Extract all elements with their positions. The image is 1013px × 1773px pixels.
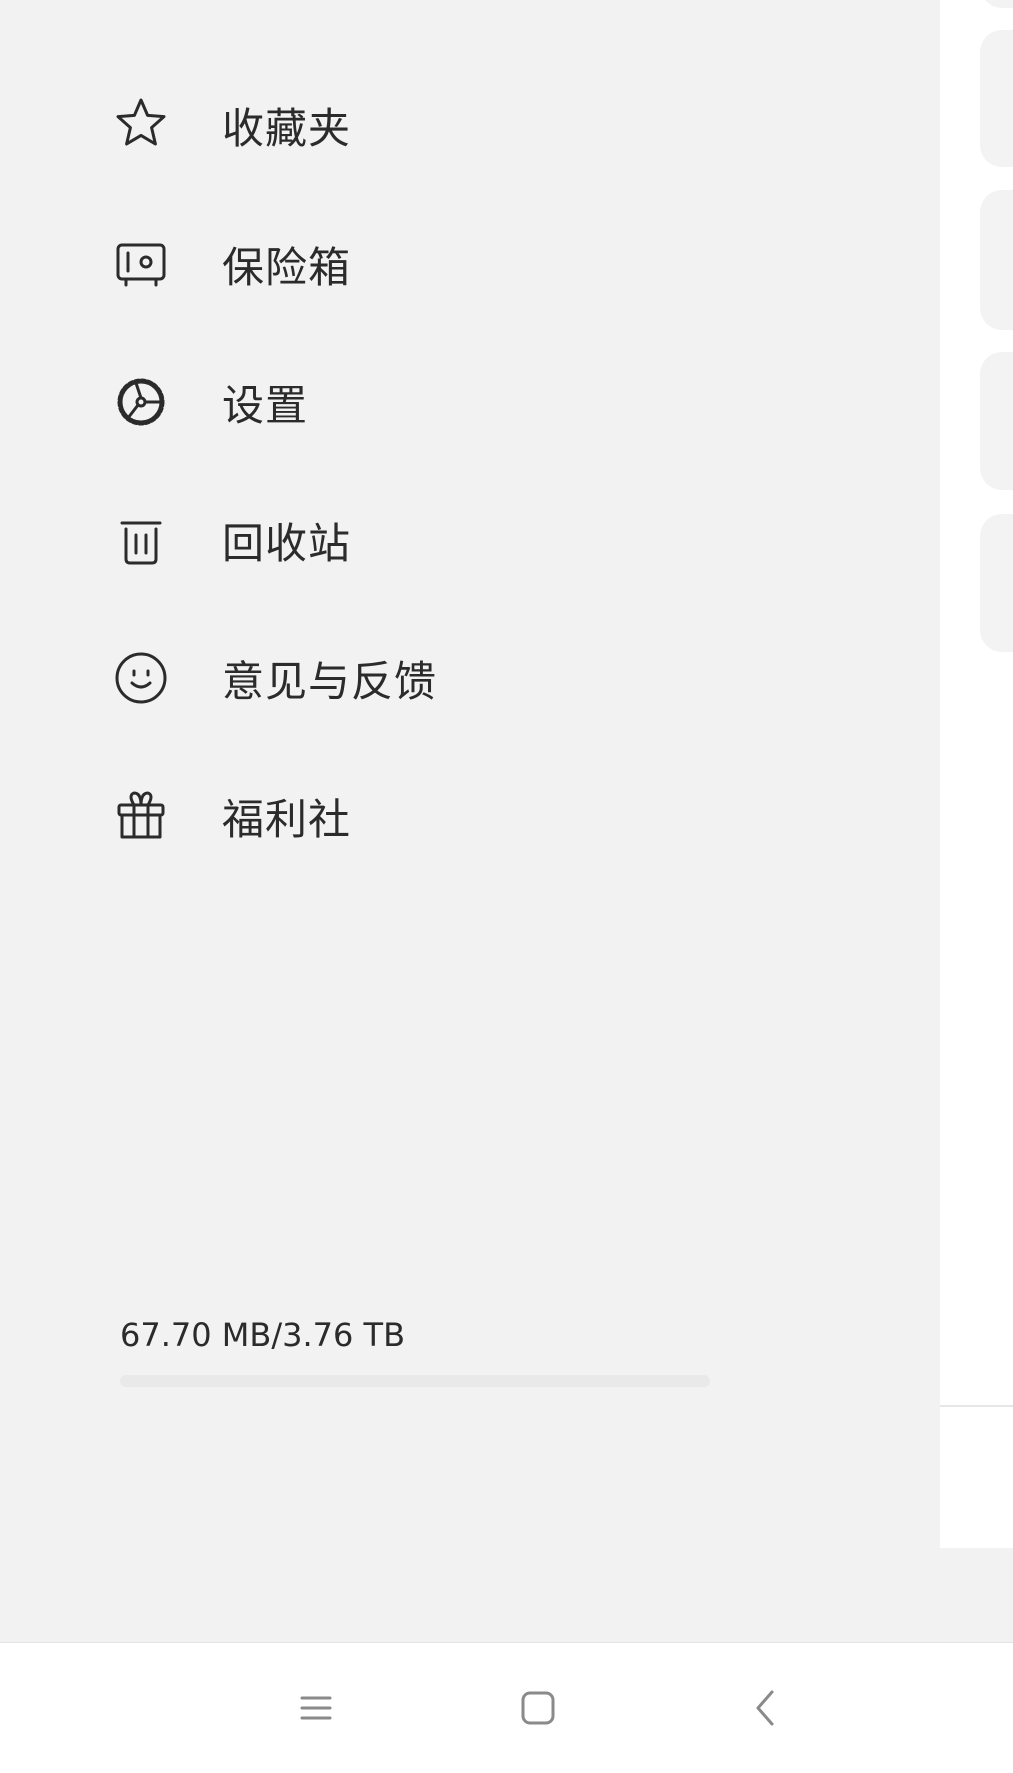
drawer-item-label: 保险箱 (222, 242, 352, 292)
menu-icon (300, 1696, 332, 1720)
storage-usage-bar (120, 1375, 710, 1387)
drawer-item-settings[interactable]: 设置 (110, 362, 710, 442)
storage-usage-text: 67.70 MB/3.76 TB (120, 1316, 406, 1354)
system-navigation-bar (0, 1642, 1013, 1773)
drawer-item-safe[interactable]: 保险箱 (110, 224, 710, 304)
drawer-item-label: 福利社 (222, 794, 352, 844)
drawer-item-label: 收藏夹 (222, 103, 352, 153)
main-content-peek[interactable] (940, 0, 1013, 1548)
divider (940, 1405, 1013, 1407)
safe-icon (110, 233, 172, 295)
drawer-item-label: 设置 (222, 380, 309, 430)
home-icon (521, 1691, 555, 1725)
drawer-item-welfare[interactable]: 福利社 (110, 776, 710, 856)
drawer-item-feedback[interactable]: 意见与反馈 (110, 638, 710, 718)
star-icon (110, 94, 172, 156)
trash-icon (110, 509, 172, 571)
gift-icon (110, 785, 172, 847)
content-card[interactable] (980, 352, 1013, 490)
back-icon (756, 1690, 774, 1726)
back-button[interactable] (726, 1668, 806, 1748)
drawer-item-label: 回收站 (222, 518, 352, 568)
recent-apps-button[interactable] (276, 1668, 356, 1748)
side-drawer: 收藏夹 保险箱 设置 回收站 意见与反馈 福利社 67.70 MB/3.76 T… (0, 0, 940, 1642)
drawer-item-label: 意见与反馈 (222, 656, 438, 706)
content-card[interactable] (980, 190, 1013, 330)
gear-icon (110, 371, 172, 433)
drawer-item-favorites[interactable]: 收藏夹 (110, 85, 710, 165)
content-card[interactable] (980, 30, 1013, 167)
drawer-item-recycle-bin[interactable]: 回收站 (110, 500, 710, 580)
home-button[interactable] (498, 1668, 578, 1748)
smiley-icon (110, 647, 172, 709)
content-card[interactable] (980, 514, 1013, 652)
content-card[interactable] (980, 0, 1013, 8)
